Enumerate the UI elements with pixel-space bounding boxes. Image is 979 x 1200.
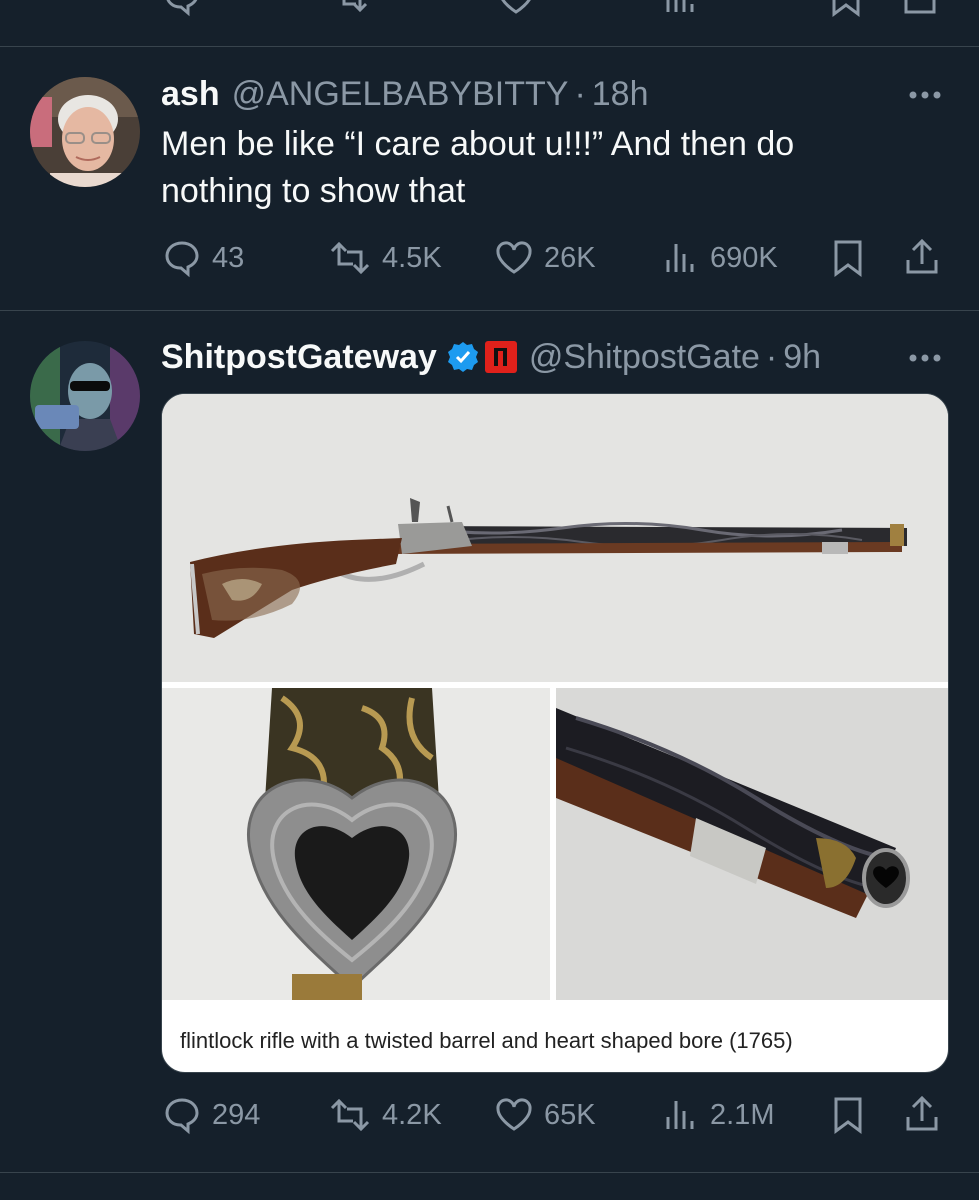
timestamp[interactable]: 9h: [783, 338, 821, 377]
reply-icon: [165, 1098, 199, 1135]
separator-dot: ·: [765, 337, 778, 376]
reply-count: 43: [212, 241, 245, 274]
bookmark-icon: [834, 1097, 862, 1134]
reply-icon[interactable]: [162, 0, 202, 18]
retweet-button[interactable]: 4.2K: [328, 1090, 442, 1140]
avatar-photo-icon: [30, 341, 140, 451]
like-icon[interactable]: [496, 0, 536, 18]
share-icon: [906, 1095, 938, 1131]
like-count: 26K: [544, 241, 596, 274]
views-count: 690K: [710, 241, 778, 274]
more-options-icon[interactable]: [907, 352, 943, 364]
retweet-count: 4.2K: [382, 1098, 442, 1131]
handle[interactable]: @ShitpostGate: [529, 338, 760, 377]
like-count: 65K: [544, 1098, 596, 1131]
tweet-ash[interactable]: ash @ANGELBABYBITTY · 18h Men be like “I…: [0, 47, 979, 309]
tweet-text: Men be like “I care about u!!!” And then…: [161, 121, 921, 215]
bookmark-button[interactable]: [828, 1090, 878, 1140]
timestamp[interactable]: 18h: [592, 75, 649, 114]
retweet-icon[interactable]: [332, 0, 372, 18]
reply-count: 294: [212, 1098, 261, 1131]
action-bar: 294 4.2K 65K 2.1M: [160, 1090, 950, 1140]
views-icon: [666, 244, 694, 272]
display-name[interactable]: ShitpostGateway: [161, 338, 437, 377]
bookmark-icon: [834, 240, 862, 277]
separator-dot: ·: [574, 74, 586, 113]
views-button[interactable]: 2.1M: [660, 1090, 774, 1140]
tweet-text-line: Men be like “I care about u!!!” And then…: [161, 125, 795, 163]
barrel-muzzle-icon: [556, 708, 910, 918]
avatar[interactable]: [30, 341, 140, 451]
media-attachment[interactable]: flintlock rifle with a twisted barrel an…: [161, 393, 949, 1073]
share-button[interactable]: [902, 233, 952, 283]
views-count: 2.1M: [710, 1098, 775, 1131]
tweet-header: ash @ANGELBABYBITTY · 18h: [161, 72, 649, 116]
display-name[interactable]: ash: [161, 75, 220, 114]
reply-icon: [165, 241, 199, 278]
barrel-muzzle-photo[interactable]: [556, 688, 948, 1000]
retweet-button[interactable]: 4.5K: [328, 233, 442, 283]
action-bar: 43 4.5K 26K 690K: [160, 233, 950, 283]
tweet-header: ShitpostGateway @ShitpostGate · 9h: [161, 335, 821, 379]
rifle-icon: [190, 498, 907, 638]
red-square-icon: [493, 348, 507, 366]
tweet-shitpostgateway[interactable]: ShitpostGateway @ShitpostGate · 9h flint…: [0, 311, 979, 1171]
like-button[interactable]: 65K: [494, 1090, 596, 1140]
avatar-photo-icon: [30, 77, 140, 187]
handle[interactable]: @ANGELBABYBITTY: [232, 75, 569, 114]
retweet-count: 4.5K: [382, 241, 442, 274]
rifle-photo[interactable]: [162, 394, 948, 682]
divider: [0, 1172, 979, 1173]
views-icon: [666, 1101, 694, 1129]
verified-badge-icon[interactable]: [447, 341, 479, 373]
retweet-icon: [330, 1098, 370, 1132]
share-icon[interactable]: [900, 0, 940, 18]
share-button[interactable]: [902, 1090, 952, 1140]
views-icon[interactable]: [660, 0, 700, 18]
tweet-text-line: nothing to show that: [161, 172, 466, 210]
avatar[interactable]: [30, 77, 140, 187]
bookmark-button[interactable]: [828, 233, 878, 283]
media-caption: flintlock rifle with a twisted barrel an…: [180, 1028, 793, 1053]
affiliate-badge-icon[interactable]: [484, 341, 517, 373]
reply-button[interactable]: 294: [162, 1090, 260, 1140]
share-icon: [906, 238, 938, 274]
reply-button[interactable]: 43: [162, 233, 244, 283]
views-button[interactable]: 690K: [660, 233, 778, 283]
previous-tweet-actions: [0, 0, 979, 18]
retweet-icon: [330, 241, 370, 275]
like-icon: [496, 241, 532, 274]
bookmark-icon[interactable]: [826, 0, 866, 18]
like-icon: [496, 1098, 532, 1131]
heart-bore-icon: [247, 688, 457, 1000]
like-button[interactable]: 26K: [494, 233, 596, 283]
more-options-icon[interactable]: [907, 89, 943, 101]
heart-bore-photo[interactable]: [162, 688, 550, 1000]
